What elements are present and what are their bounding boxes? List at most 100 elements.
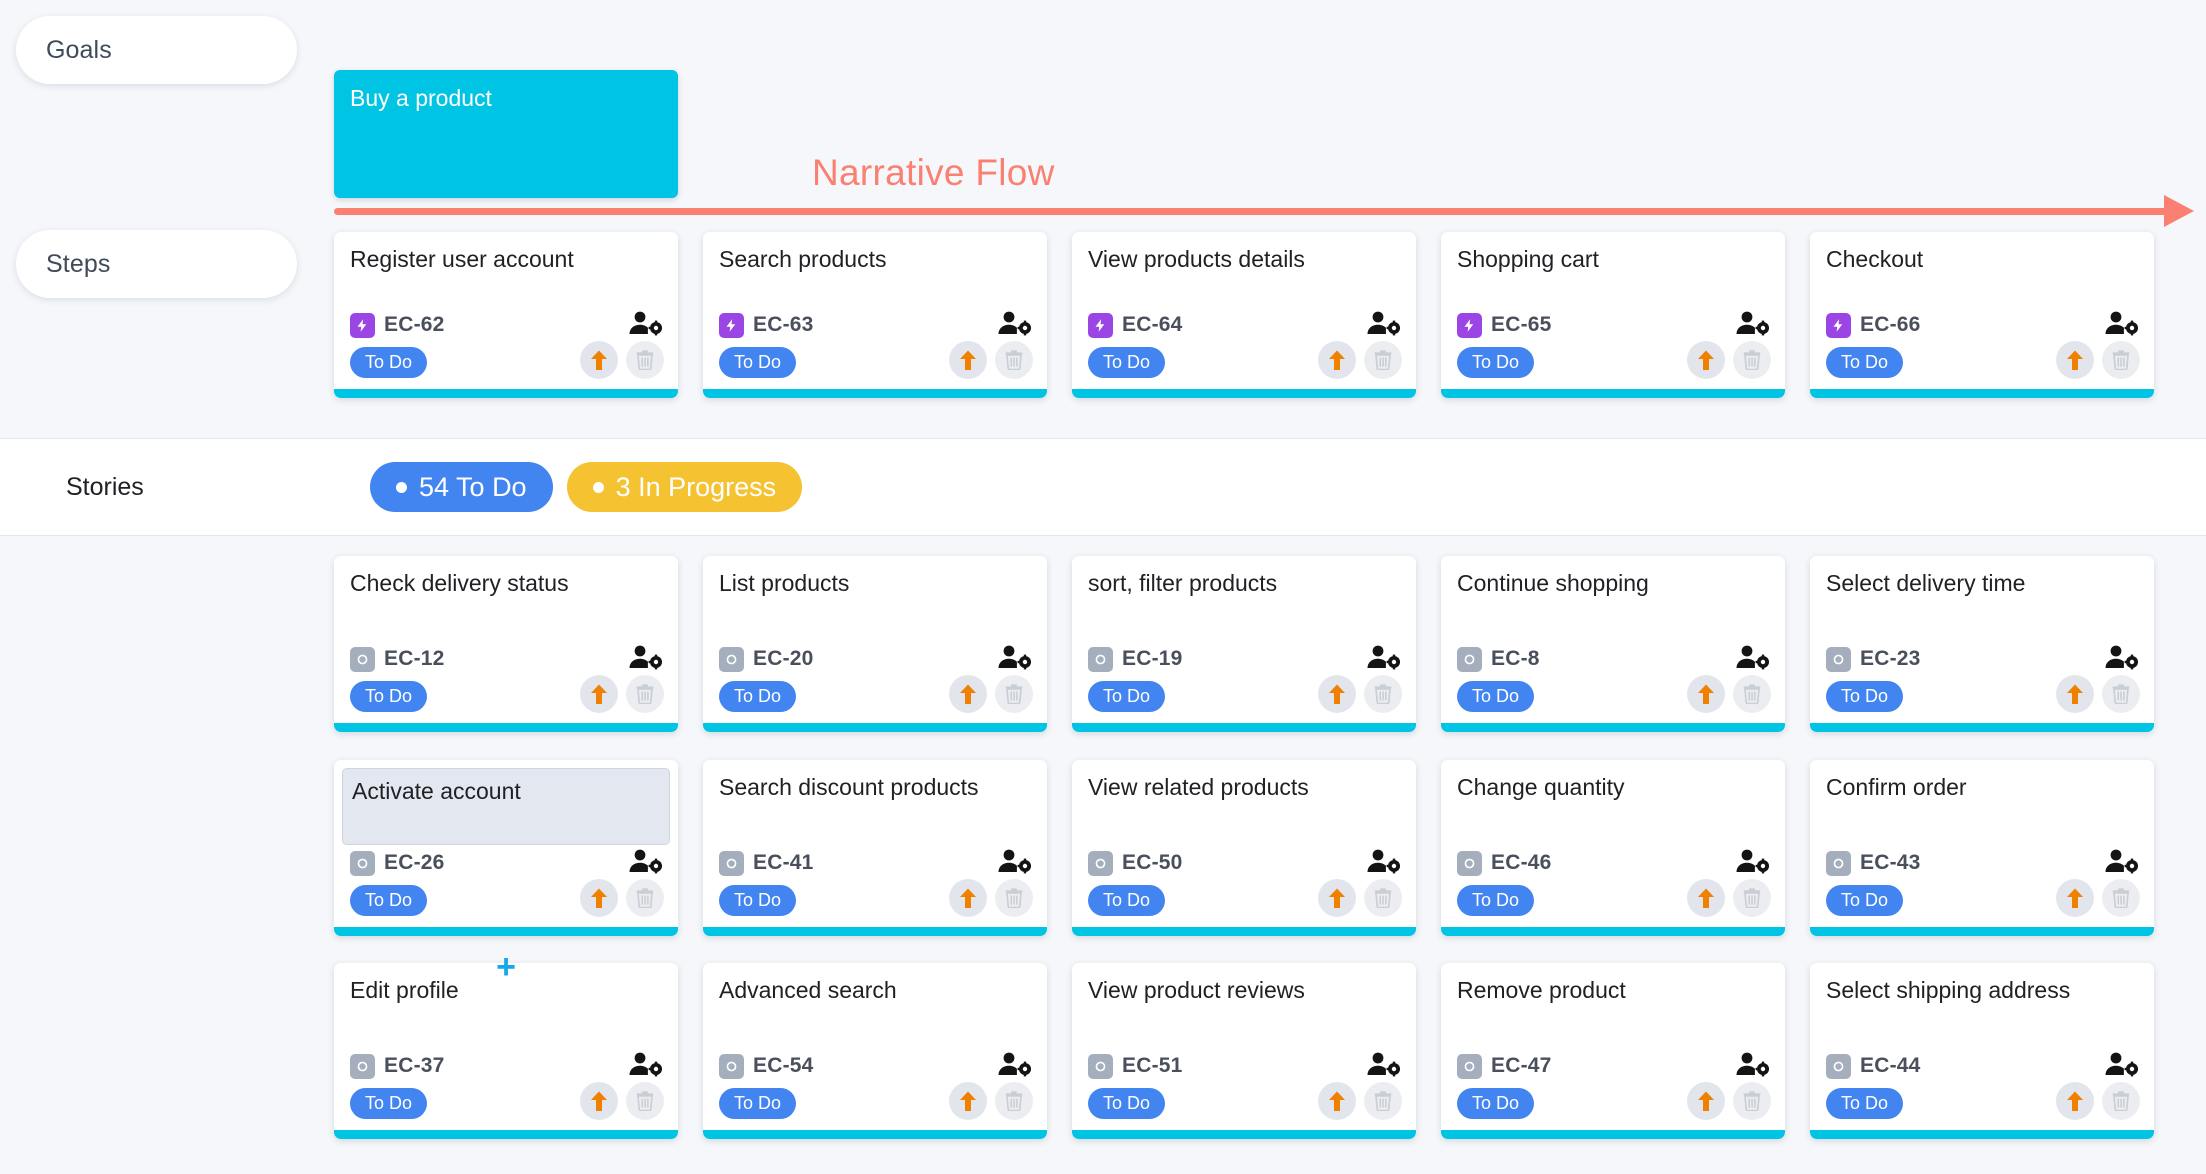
priority-up-button[interactable] [2056,879,2094,917]
status-badge[interactable]: To Do [719,885,796,916]
priority-up-button[interactable] [1318,879,1356,917]
story-card-ec-43[interactable]: Confirm orderEC-43To Do [1810,760,2154,936]
status-badge[interactable]: To Do [350,1088,427,1119]
priority-up-button[interactable] [580,341,618,379]
person-gear-icon[interactable] [1366,1050,1400,1080]
priority-up-button[interactable] [1687,1082,1725,1120]
person-gear-icon[interactable] [2104,1050,2138,1080]
delete-button[interactable] [1364,879,1402,917]
priority-up-button[interactable] [1318,1082,1356,1120]
goal-card[interactable]: Buy a product [334,70,678,198]
status-badge[interactable]: To Do [1088,1088,1165,1119]
delete-button[interactable] [626,1082,664,1120]
delete-button[interactable] [1364,341,1402,379]
status-badge[interactable]: To Do [1457,885,1534,916]
person-gear-icon[interactable] [628,309,662,339]
person-gear-icon[interactable] [1366,847,1400,877]
delete-button[interactable] [626,341,664,379]
priority-up-button[interactable] [1318,675,1356,713]
story-card-ec-46[interactable]: Change quantityEC-46To Do [1441,760,1785,936]
step-card-ec-62[interactable]: Register user accountEC-62To Do [334,232,678,398]
priority-up-button[interactable] [580,1082,618,1120]
story-card-ec-26[interactable]: Activate accountEC-26To Do [334,760,678,936]
priority-up-button[interactable] [580,675,618,713]
priority-up-button[interactable] [949,879,987,917]
rail-label-steps[interactable]: Steps [16,230,297,298]
story-card-ec-41[interactable]: Search discount productsEC-41To Do [703,760,1047,936]
story-card-ec-19[interactable]: sort, filter productsEC-19To Do [1072,556,1416,732]
step-card-ec-65[interactable]: Shopping cartEC-65To Do [1441,232,1785,398]
story-card-ec-23[interactable]: Select delivery timeEC-23To Do [1810,556,2154,732]
story-card-ec-20[interactable]: List productsEC-20To Do [703,556,1047,732]
delete-button[interactable] [995,1082,1033,1120]
delete-button[interactable] [626,675,664,713]
status-badge[interactable]: To Do [1826,347,1903,378]
person-gear-icon[interactable] [1735,643,1769,673]
status-badge[interactable]: To Do [350,885,427,916]
person-gear-icon[interactable] [1366,309,1400,339]
status-badge[interactable]: To Do [1826,885,1903,916]
person-gear-icon[interactable] [2104,309,2138,339]
status-badge[interactable]: To Do [719,1088,796,1119]
person-gear-icon[interactable] [997,1050,1031,1080]
person-gear-icon[interactable] [1735,1050,1769,1080]
delete-button[interactable] [1733,341,1771,379]
priority-up-button[interactable] [2056,1082,2094,1120]
status-badge[interactable]: To Do [350,681,427,712]
delete-button[interactable] [995,341,1033,379]
delete-button[interactable] [1733,675,1771,713]
status-badge[interactable]: To Do [719,347,796,378]
person-gear-icon[interactable] [997,309,1031,339]
story-card-ec-54[interactable]: Advanced searchEC-54To Do [703,963,1047,1139]
count-chip-in-progress[interactable]: 3 In Progress [567,462,803,512]
step-card-ec-63[interactable]: Search productsEC-63To Do [703,232,1047,398]
status-badge[interactable]: To Do [1826,1088,1903,1119]
status-badge[interactable]: To Do [1088,347,1165,378]
person-gear-icon[interactable] [628,643,662,673]
delete-button[interactable] [2102,675,2140,713]
story-card-ec-47[interactable]: Remove productEC-47To Do [1441,963,1785,1139]
delete-button[interactable] [2102,879,2140,917]
person-gear-icon[interactable] [628,1050,662,1080]
priority-up-button[interactable] [580,879,618,917]
story-card-ec-37[interactable]: Edit profileEC-37To Do [334,963,678,1139]
person-gear-icon[interactable] [1735,309,1769,339]
priority-up-button[interactable] [949,341,987,379]
delete-button[interactable] [1733,879,1771,917]
story-card-ec-50[interactable]: View related productsEC-50To Do [1072,760,1416,936]
status-badge[interactable]: To Do [1457,1088,1534,1119]
delete-button[interactable] [995,675,1033,713]
delete-button[interactable] [2102,1082,2140,1120]
story-card-ec-44[interactable]: Select shipping addressEC-44To Do [1810,963,2154,1139]
status-badge[interactable]: To Do [1088,681,1165,712]
story-card-ec-51[interactable]: View product reviewsEC-51To Do [1072,963,1416,1139]
person-gear-icon[interactable] [997,847,1031,877]
priority-up-button[interactable] [1687,675,1725,713]
delete-button[interactable] [1733,1082,1771,1120]
priority-up-button[interactable] [1687,879,1725,917]
delete-button[interactable] [1364,1082,1402,1120]
status-badge[interactable]: To Do [1457,681,1534,712]
step-card-ec-66[interactable]: CheckoutEC-66To Do [1810,232,2154,398]
status-badge[interactable]: To Do [1826,681,1903,712]
priority-up-button[interactable] [949,675,987,713]
person-gear-icon[interactable] [2104,847,2138,877]
priority-up-button[interactable] [1687,341,1725,379]
priority-up-button[interactable] [2056,341,2094,379]
count-chip-to-do[interactable]: 54 To Do [370,462,553,512]
delete-button[interactable] [1364,675,1402,713]
story-card-ec-12[interactable]: Check delivery statusEC-12To Do [334,556,678,732]
priority-up-button[interactable] [2056,675,2094,713]
delete-button[interactable] [2102,341,2140,379]
person-gear-icon[interactable] [1366,643,1400,673]
add-story-button[interactable]: + [496,950,516,984]
rail-label-goals[interactable]: Goals [16,16,297,84]
priority-up-button[interactable] [949,1082,987,1120]
person-gear-icon[interactable] [1735,847,1769,877]
status-badge[interactable]: To Do [1088,885,1165,916]
priority-up-button[interactable] [1318,341,1356,379]
person-gear-icon[interactable] [2104,643,2138,673]
status-badge[interactable]: To Do [1457,347,1534,378]
story-card-ec-8[interactable]: Continue shoppingEC-8To Do [1441,556,1785,732]
delete-button[interactable] [995,879,1033,917]
